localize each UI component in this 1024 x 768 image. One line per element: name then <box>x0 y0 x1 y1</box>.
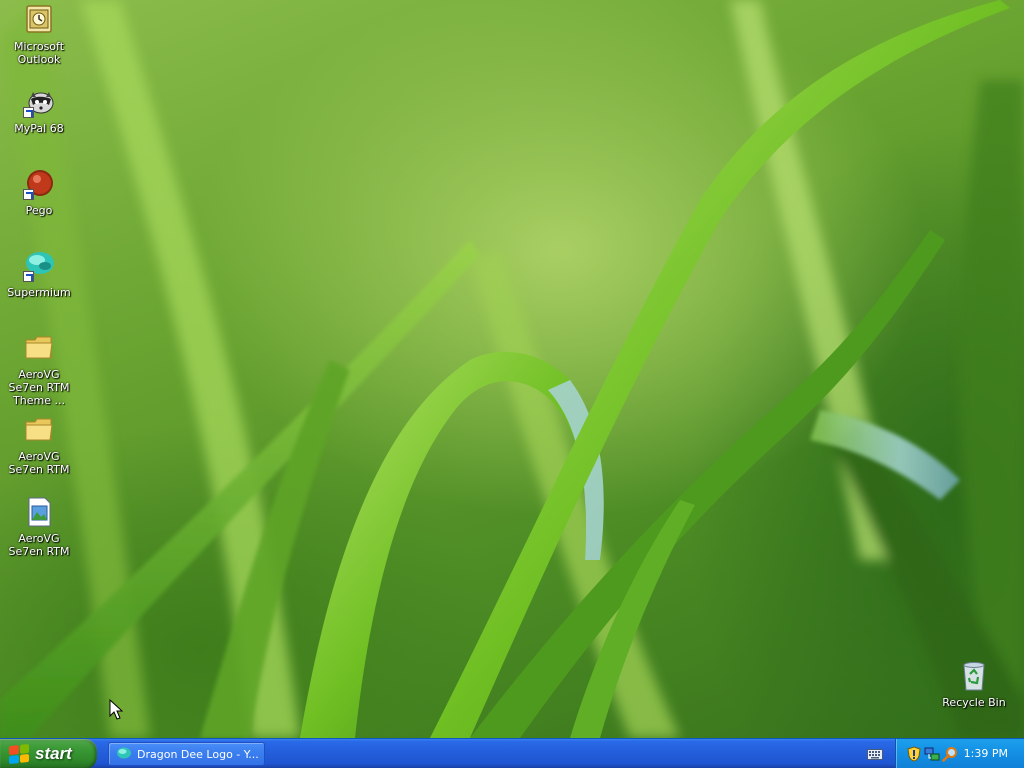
grass-wallpaper <box>0 0 1024 738</box>
folder-icon <box>25 418 53 441</box>
image-file-icon <box>28 497 51 527</box>
desktop-icon-supermium[interactable]: Supermium <box>1 250 77 299</box>
search-icon[interactable] <box>942 746 958 762</box>
supermium-icon <box>117 747 131 759</box>
icon-label: Supermium <box>7 286 71 299</box>
icon-label: Microsoft Outlook <box>13 40 65 66</box>
outlook-icon <box>26 5 52 33</box>
task-button-dragon-dee[interactable]: Dragon Dee Logo - Y... <box>108 742 265 766</box>
keyboard-icon[interactable] <box>867 747 883 761</box>
network-icon[interactable] <box>924 746 940 762</box>
desktop-icon-microsoft-outlook[interactable]: Microsoft Outlook <box>1 4 77 66</box>
icon-label: MyPal 68 <box>14 122 64 135</box>
desktop-icon-aerovg-image[interactable]: AeroVG Se7en RTM <box>1 496 77 558</box>
desktop[interactable]: Microsoft Outlook MyPal 68 Pego Supermiu… <box>0 0 1024 738</box>
desktop-icon-mypal[interactable]: MyPal 68 <box>1 86 77 135</box>
shortcut-arrow-icon <box>23 189 34 200</box>
clock[interactable]: 1:39 PM <box>964 747 1008 760</box>
icon-label: AeroVG Se7en RTM Theme ... <box>8 368 70 407</box>
icon-label: AeroVG Se7en RTM <box>8 450 70 476</box>
icon-label: Recycle Bin <box>942 696 1006 709</box>
folder-icon <box>25 336 53 359</box>
icon-label: Pego <box>25 204 53 217</box>
system-tray: 1:39 PM <box>895 739 1024 768</box>
taskbar[interactable]: start Dragon Dee Logo - Y... 1:39 PM <box>0 738 1024 768</box>
shortcut-arrow-icon <box>23 271 34 282</box>
windows-logo-icon <box>9 743 29 765</box>
desktop-icon-recycle-bin[interactable]: Recycle Bin <box>936 660 1012 709</box>
start-button[interactable]: start <box>0 739 97 768</box>
shortcut-arrow-icon <box>23 107 34 118</box>
desktop-icon-pego[interactable]: Pego <box>1 168 77 217</box>
recycle-bin-icon <box>963 662 985 691</box>
mouse-cursor-icon <box>109 699 123 720</box>
desktop-icon-aerovg-theme-folder[interactable]: AeroVG Se7en RTM Theme ... <box>1 332 77 407</box>
start-label: start <box>35 744 72 763</box>
icon-label: AeroVG Se7en RTM <box>8 532 70 558</box>
task-button-label: Dragon Dee Logo - Y... <box>137 747 259 761</box>
shield-icon[interactable] <box>906 746 922 762</box>
desktop-icon-aerovg-folder[interactable]: AeroVG Se7en RTM <box>1 414 77 476</box>
